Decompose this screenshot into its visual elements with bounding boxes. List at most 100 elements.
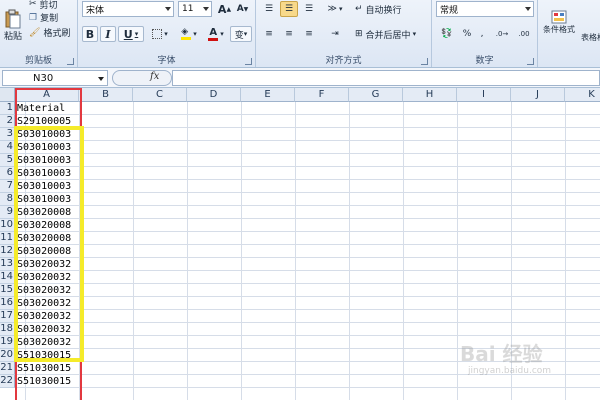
cell-a[interactable]: S29100005 [17, 115, 71, 128]
cell-a[interactable]: S03010003 [17, 193, 71, 206]
cell-a[interactable]: S03020032 [17, 323, 71, 336]
column-header-k[interactable]: K [565, 88, 600, 102]
column-header-e[interactable]: E [241, 88, 295, 102]
comma-button[interactable]: , [476, 26, 488, 42]
cell-a[interactable]: S03020032 [17, 271, 71, 284]
cell-a[interactable]: S03020008 [17, 232, 71, 245]
cell-a[interactable]: Material [17, 102, 65, 115]
row-header[interactable]: 21 [0, 362, 15, 375]
increase-decimal-button[interactable]: .0→ [492, 26, 512, 42]
bold-button[interactable]: B [82, 26, 98, 42]
align-top-button[interactable]: ☰ [260, 1, 278, 17]
chevron-down-icon [98, 77, 104, 81]
align-left-button[interactable]: ≡ [260, 26, 278, 42]
cell-a[interactable]: S03020008 [17, 206, 71, 219]
number-format-select[interactable]: 常规 [436, 1, 534, 17]
insert-function-icon[interactable]: fx [150, 71, 159, 82]
row-header[interactable]: 2 [0, 115, 15, 128]
fill-color-button[interactable]: ◈ ▾ [176, 26, 202, 42]
currency-button[interactable]: 💱 [436, 26, 458, 42]
row-header[interactable]: 15 [0, 284, 15, 297]
column-header-f[interactable]: F [295, 88, 349, 102]
row-header[interactable]: 4 [0, 141, 15, 154]
cell-a[interactable]: S03010003 [17, 141, 71, 154]
phonetic-button[interactable]: 变 ▾ [230, 26, 252, 42]
clipboard-dialog-launcher[interactable] [67, 58, 74, 65]
column-header-j[interactable]: J [511, 88, 565, 102]
font-size-select[interactable]: 11 [178, 1, 212, 17]
font-dialog-launcher[interactable] [245, 58, 252, 65]
row-header[interactable]: 8 [0, 193, 15, 206]
cells-area[interactable] [15, 102, 600, 400]
indent-button[interactable]: ⇥ [322, 26, 348, 42]
underline-button[interactable]: U ▾ [118, 26, 144, 42]
shrink-font-button[interactable]: A ▼ [234, 1, 251, 17]
cell-a[interactable]: S51030015 [17, 349, 71, 362]
cell-a[interactable]: S03020032 [17, 310, 71, 323]
row-header[interactable]: 1 [0, 102, 15, 115]
cell-a[interactable]: S03010003 [17, 128, 71, 141]
column-header-h[interactable]: H [403, 88, 457, 102]
italic-button[interactable]: I [100, 26, 116, 42]
cell-a[interactable]: S03020032 [17, 284, 71, 297]
format-painter-button[interactable]: 🖌 格式刷 [28, 26, 76, 40]
align-right-button[interactable]: ≡ [300, 26, 318, 42]
cut-button[interactable]: ✂ 剪切 [28, 0, 76, 11]
row-header[interactable]: 11 [0, 232, 15, 245]
cell-a[interactable]: S51030015 [17, 375, 71, 388]
merge-center-button[interactable]: ⊞ 合并后居中 ▾ [354, 26, 430, 42]
name-box[interactable]: N30 [2, 70, 108, 86]
number-dialog-launcher[interactable] [527, 58, 534, 65]
align-right-icon: ≡ [305, 29, 313, 39]
percent-button[interactable]: % [460, 26, 474, 42]
borders-button[interactable]: ▾ [148, 26, 172, 42]
wrap-text-button[interactable]: ↵ 自动换行 [354, 1, 428, 17]
row-header[interactable]: 16 [0, 297, 15, 310]
cell-a[interactable]: S03020008 [17, 245, 71, 258]
row-header[interactable]: 10 [0, 219, 15, 232]
cell-a[interactable]: S03020008 [17, 219, 71, 232]
row-header[interactable]: 18 [0, 323, 15, 336]
row-header[interactable]: 17 [0, 310, 15, 323]
column-header-d[interactable]: D [187, 88, 241, 102]
row-header[interactable]: 3 [0, 128, 15, 141]
row-header[interactable]: 6 [0, 167, 15, 180]
align-middle-button[interactable]: ☰ [280, 1, 298, 17]
cell-a[interactable]: S03010003 [17, 167, 71, 180]
row-header[interactable]: 12 [0, 245, 15, 258]
cell-a[interactable]: S03020032 [17, 297, 71, 310]
row-header[interactable]: 14 [0, 271, 15, 284]
cell-a[interactable]: S03020032 [17, 336, 71, 349]
cell-a[interactable]: S03010003 [17, 180, 71, 193]
column-header-a[interactable]: A [15, 88, 79, 102]
copy-button[interactable]: ❐ 复制 [28, 11, 76, 25]
paste-button[interactable]: 粘贴 [1, 2, 25, 48]
copy-label: 复制 [40, 14, 59, 24]
grow-font-button[interactable]: A ▲ [216, 1, 233, 17]
conditional-format-button[interactable]: 条件格式 [538, 0, 580, 44]
row-header[interactable]: 13 [0, 258, 15, 271]
align-center-button[interactable]: ≡ [280, 26, 298, 42]
alignment-dialog-launcher[interactable] [421, 58, 428, 65]
column-header-g[interactable]: G [349, 88, 403, 102]
row-header[interactable]: 19 [0, 336, 15, 349]
column-header-b[interactable]: B [79, 88, 133, 102]
row-header[interactable]: 5 [0, 154, 15, 167]
cell-a[interactable]: S51030015 [17, 362, 71, 375]
select-all-corner[interactable] [0, 88, 15, 102]
row-header[interactable]: 7 [0, 180, 15, 193]
column-header-i[interactable]: I [457, 88, 511, 102]
row-header[interactable]: 22 [0, 375, 15, 388]
cell-a[interactable]: S03020032 [17, 258, 71, 271]
font-color-button[interactable]: A ▾ [204, 26, 228, 42]
row-header[interactable]: 9 [0, 206, 15, 219]
table-format-button[interactable]: 表格格 [581, 14, 600, 44]
orientation-button[interactable]: ≫ ▾ [322, 1, 348, 17]
decrease-decimal-button[interactable]: .00 [514, 26, 534, 42]
align-bottom-button[interactable]: ☰ [300, 1, 318, 17]
column-header-c[interactable]: C [133, 88, 187, 102]
row-header[interactable]: 20 [0, 349, 15, 362]
font-name-select[interactable]: 宋体 [82, 1, 174, 17]
cell-a[interactable]: S03010003 [17, 154, 71, 167]
formula-input[interactable] [172, 70, 600, 86]
